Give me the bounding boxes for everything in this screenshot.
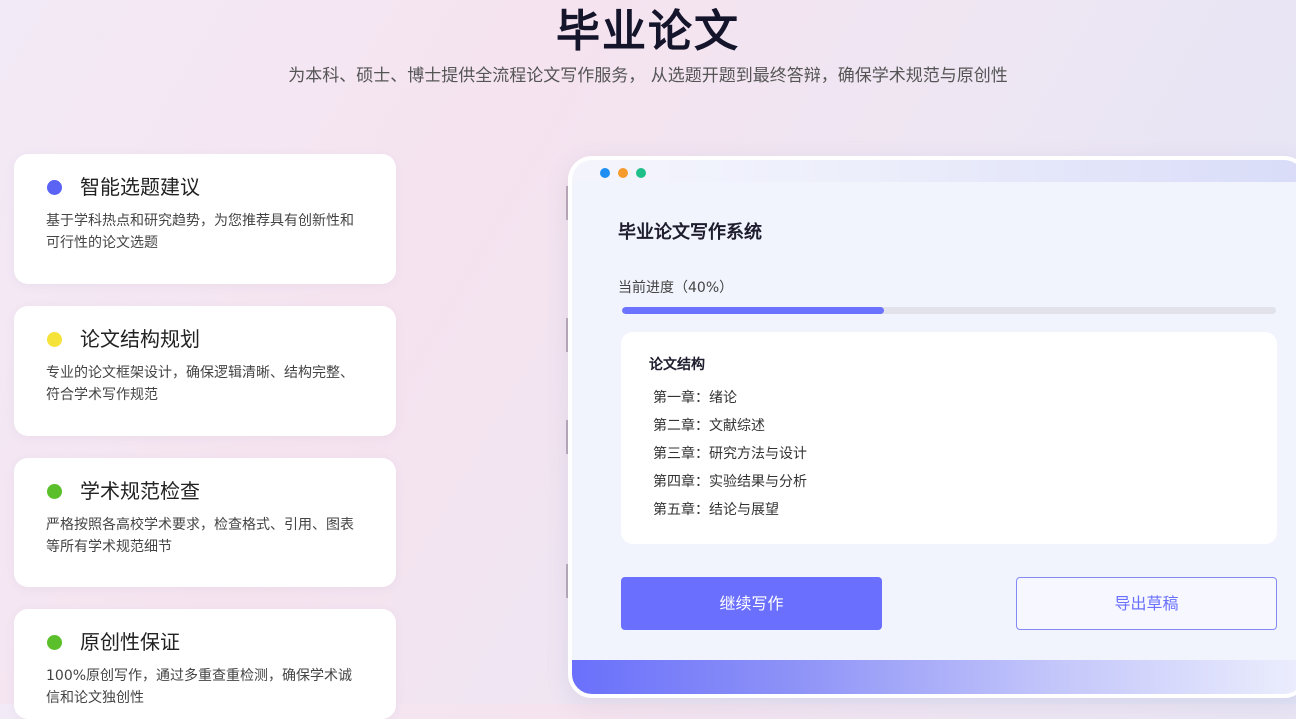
export-draft-button[interactable]: 导出草稿 (1016, 577, 1277, 630)
continue-writing-button[interactable]: 继续写作 (621, 577, 882, 630)
window-titlebar (572, 160, 1296, 182)
feature-card-topic: 智能选题建议 基于学科热点和研究趋势，为您推荐具有创新性和可行性的论文选题 (14, 154, 396, 284)
system-title: 毕业论文写作系统 (618, 222, 762, 243)
feature-description: 专业的论文框架设计，确保逻辑清晰、结构完整、符合学术写作规范 (46, 365, 354, 403)
progress-fill (622, 307, 884, 314)
chapter-item: 第四章：实验结果与分析 (653, 474, 807, 490)
progress-label: 当前进度（40%） (618, 280, 734, 296)
feature-title: 论文结构规划 (80, 327, 200, 351)
window-dot-orange-icon (618, 168, 628, 178)
window-dot-green-icon (636, 168, 646, 178)
thesis-system-window: 毕业论文写作系统 当前进度（40%） 论文结构 第一章：绪论 第二章：文献综述 … (568, 156, 1296, 698)
bullet-dot-icon (47, 180, 62, 195)
feature-title: 学术规范检查 (80, 479, 200, 503)
bullet-dot-icon (47, 484, 62, 499)
feature-title: 智能选题建议 (80, 175, 200, 199)
hero-title: 毕业论文 (556, 6, 740, 57)
chapter-item: 第五章：结论与展望 (653, 502, 779, 518)
bullet-dot-icon (47, 332, 62, 347)
chapter-item: 第二章：文献综述 (653, 418, 765, 434)
feature-card-originality: 原创性保证 100%原创写作，通过多重查重检测，确保学术诚信和论文独创性 (14, 609, 396, 719)
chapter-item: 第一章：绪论 (653, 390, 737, 406)
hero-subtitle: 为本科、硕士、博士提供全流程论文写作服务， 从选题开题到最终答辩，确保学术规范与… (288, 66, 1008, 86)
feature-card-standards: 学术规范检查 严格按照各高校学术要求，检查格式、引用、图表等所有学术规范细节 (14, 458, 396, 587)
feature-card-structure: 论文结构规划 专业的论文框架设计，确保逻辑清晰、结构完整、符合学术写作规范 (14, 306, 396, 436)
feature-title: 原创性保证 (80, 630, 180, 654)
outline-panel: 论文结构 第一章：绪论 第二章：文献综述 第三章：研究方法与设计 第四章：实验结… (621, 332, 1277, 544)
bullet-dot-icon (47, 635, 62, 650)
feature-description: 基于学科热点和研究趋势，为您推荐具有创新性和可行性的论文选题 (46, 213, 354, 251)
feature-description: 100%原创写作，通过多重查重检测，确保学术诚信和论文独创性 (46, 668, 353, 706)
chapter-item: 第三章：研究方法与设计 (653, 446, 807, 462)
outline-heading: 论文结构 (649, 357, 705, 373)
progress-bar (622, 307, 1276, 314)
window-footer-bar (572, 660, 1296, 694)
window-dot-blue-icon (600, 168, 610, 178)
feature-description: 严格按照各高校学术要求，检查格式、引用、图表等所有学术规范细节 (46, 517, 354, 555)
